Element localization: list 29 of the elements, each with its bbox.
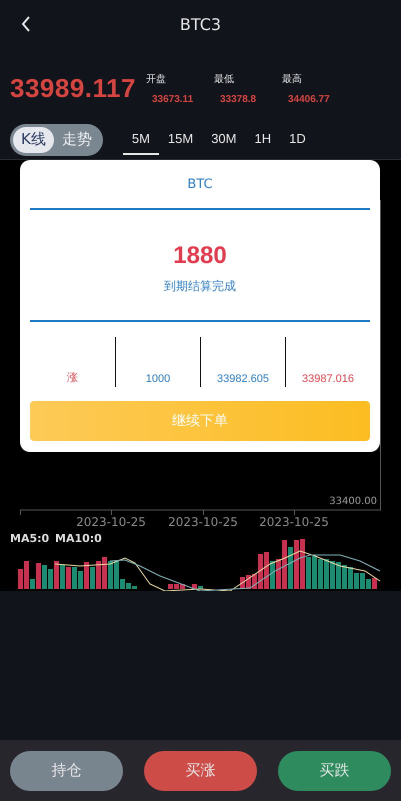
period-tab[interactable]: 30M [202,124,246,154]
settlement-amount: 1880 [172,242,228,270]
current-price: 33989.117 [10,72,136,104]
period-tab[interactable]: 1D [280,124,315,154]
moving-average-label: MA10:0 [55,532,102,545]
order-detail: 1000 [146,373,170,385]
time-axis-label: 2023-10-25 [259,515,329,529]
period-tab[interactable]: 5M [122,124,159,154]
stat-label: 最低 [214,73,235,86]
stat-value: 33673.11 [150,94,194,105]
stat-value: 33378.8 [218,94,258,105]
stat-label: 开盘 [146,73,167,86]
order-detail: 涨 [67,371,78,385]
time-axis-label: 2023-10-25 [168,515,238,529]
chart-mode-tab[interactable]: K线 [13,126,54,152]
trade-button[interactable]: 买涨 [144,750,257,790]
page-title: BTC3 [180,14,222,34]
stat-label: 最高 [282,72,303,86]
period-tab[interactable]: 15M [158,124,202,154]
time-axis-label: 2023-10-25 [76,515,146,529]
settlement-status: 到期结算完成 [163,278,237,295]
order-detail: 33982.605 [217,373,269,385]
moving-average-label: MA5:0 [10,532,50,545]
order-detail: 33987.016 [302,373,354,385]
price-axis-label: 33400.00 [329,496,377,507]
stat-value: 34406.77 [286,94,331,105]
period-tab[interactable]: 1H [246,124,280,154]
dialog-title: BTC [30,160,370,210]
back-icon[interactable] [20,16,32,32]
